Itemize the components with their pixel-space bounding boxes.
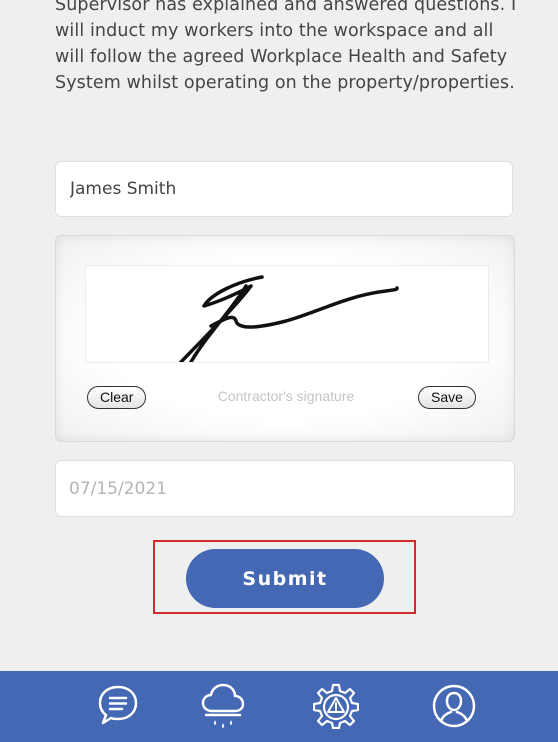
submit-button[interactable]: Submit — [186, 549, 384, 608]
signature-canvas[interactable] — [85, 265, 489, 363]
user-profile-icon — [432, 684, 476, 728]
signature-panel: Clear Contractor's signature Save — [55, 235, 515, 442]
date-input[interactable] — [55, 460, 515, 517]
nav-item-chat[interactable] — [78, 671, 158, 742]
bottom-nav — [0, 671, 558, 742]
agreement-text: Supervisor has explained and answered qu… — [55, 0, 517, 93]
nav-item-weather[interactable] — [183, 671, 263, 742]
save-signature-button[interactable]: Save — [418, 386, 476, 409]
nav-item-profile[interactable] — [414, 671, 494, 742]
rain-cloud-icon — [201, 683, 245, 728]
gear-warning-icon — [313, 683, 359, 729]
nav-item-safety[interactable] — [296, 671, 376, 742]
name-input[interactable] — [55, 161, 513, 217]
signature-stroke — [179, 275, 399, 362]
chat-bubble-icon — [98, 685, 138, 725]
induction-screen: Supervisor has explained and answered qu… — [0, 0, 558, 742]
